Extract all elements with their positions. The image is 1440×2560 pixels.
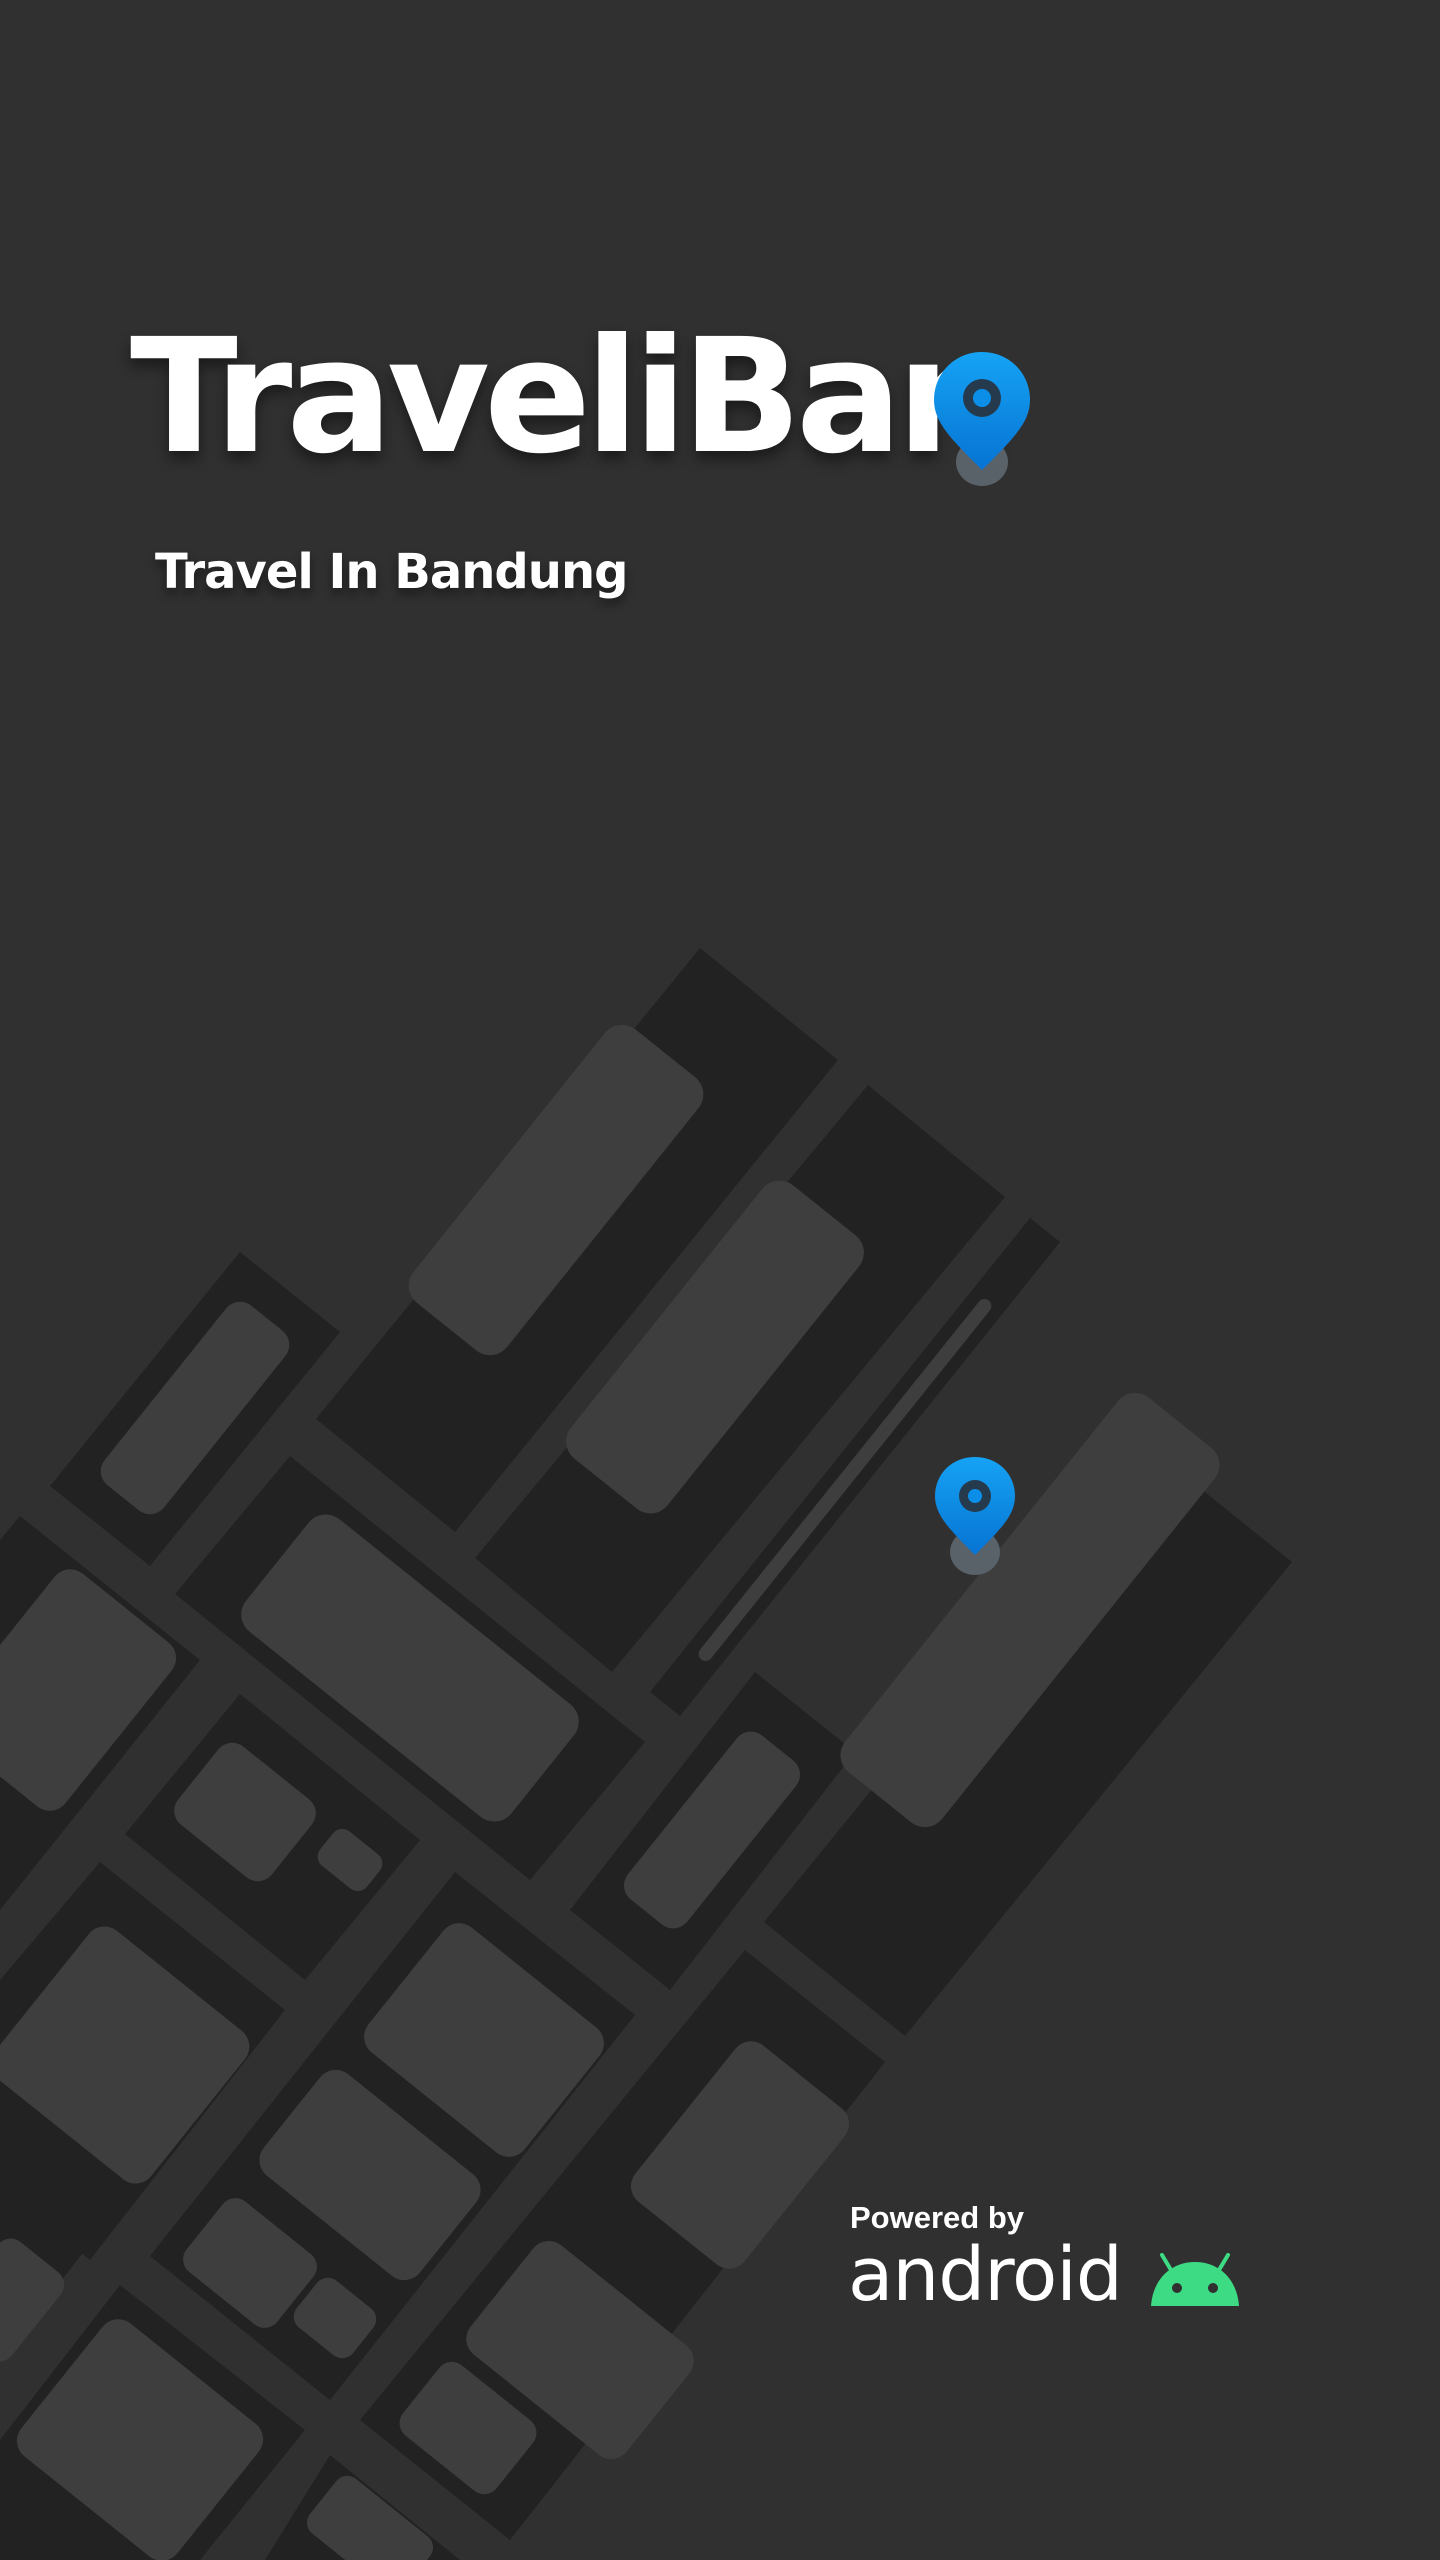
splash-screen: TraveliBan Travel In Bandung Powered by … — [0, 0, 1440, 2560]
android-robot-icon — [1151, 2253, 1239, 2306]
app-title: TraveliBan — [130, 305, 1009, 489]
location-pin-icon — [935, 1457, 1015, 1575]
powered-by-label: Powered by — [850, 2200, 1024, 2235]
location-pin-icon — [934, 352, 1030, 486]
android-wordmark: android — [848, 2232, 1123, 2318]
app-subtitle: Travel In Bandung — [155, 544, 628, 600]
